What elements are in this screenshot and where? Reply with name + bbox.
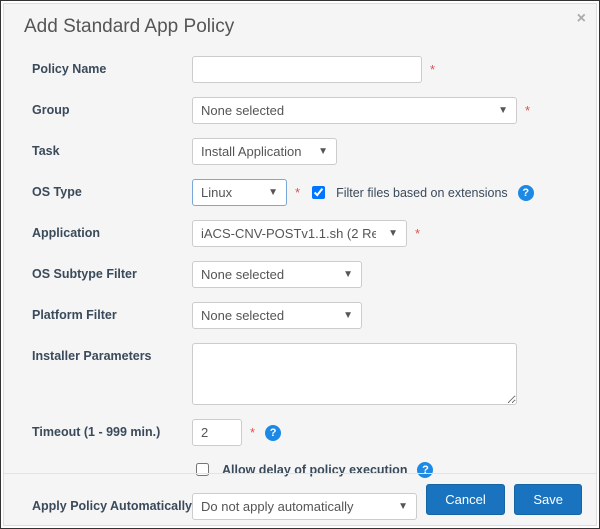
- group-label: Group: [32, 97, 192, 117]
- timeout-label: Timeout (1 - 999 min.): [32, 419, 192, 439]
- installer-params-input[interactable]: [192, 343, 517, 405]
- dialog-body: Policy Name * Group None selected ▼ * Ta…: [4, 46, 596, 520]
- filter-extensions-checkbox[interactable]: [312, 186, 325, 199]
- task-value: Install Application: [201, 144, 301, 159]
- cancel-button[interactable]: Cancel: [426, 484, 504, 515]
- required-icon: *: [415, 226, 420, 241]
- chevron-down-icon: ▼: [268, 187, 278, 198]
- dialog-header: Add Standard App Policy ×: [4, 4, 596, 46]
- platform-select[interactable]: None selected ▼: [192, 302, 362, 329]
- filter-extensions-label: Filter files based on extensions: [336, 186, 508, 200]
- os-subtype-label: OS Subtype Filter: [32, 261, 192, 281]
- os-type-select[interactable]: Linux ▼: [192, 179, 287, 206]
- chevron-down-icon: ▼: [498, 105, 508, 116]
- policy-name-input[interactable]: [192, 56, 422, 83]
- dialog-title: Add Standard App Policy: [24, 16, 234, 37]
- dialog-footer: Cancel Save: [4, 473, 596, 525]
- help-icon[interactable]: ?: [265, 425, 281, 441]
- application-value: iACS-CNV-POSTv1.1.sh (2 Reposi: [201, 226, 376, 241]
- close-icon[interactable]: ×: [577, 10, 586, 28]
- chevron-down-icon: ▼: [318, 146, 328, 157]
- platform-label: Platform Filter: [32, 302, 192, 322]
- required-icon: *: [250, 425, 255, 440]
- os-type-value: Linux: [201, 185, 232, 200]
- required-icon: *: [430, 62, 435, 77]
- group-value: None selected: [201, 103, 284, 118]
- required-icon: *: [295, 185, 300, 200]
- timeout-input[interactable]: [192, 419, 242, 446]
- task-label: Task: [32, 138, 192, 158]
- required-icon: *: [525, 103, 530, 118]
- save-button[interactable]: Save: [514, 484, 582, 515]
- task-select[interactable]: Install Application ▼: [192, 138, 337, 165]
- chevron-down-icon: ▼: [343, 310, 353, 321]
- chevron-down-icon: ▼: [388, 228, 398, 239]
- installer-label: Installer Parameters: [32, 343, 192, 363]
- os-subtype-value: None selected: [201, 267, 284, 282]
- application-label: Application: [32, 220, 192, 240]
- group-select[interactable]: None selected ▼: [192, 97, 517, 124]
- policy-name-label: Policy Name: [32, 56, 192, 76]
- platform-value: None selected: [201, 308, 284, 323]
- chevron-down-icon: ▼: [343, 269, 353, 280]
- help-icon[interactable]: ?: [518, 185, 534, 201]
- application-select[interactable]: iACS-CNV-POSTv1.1.sh (2 Reposi ▼: [192, 220, 407, 247]
- os-type-label: OS Type: [32, 179, 192, 199]
- os-subtype-select[interactable]: None selected ▼: [192, 261, 362, 288]
